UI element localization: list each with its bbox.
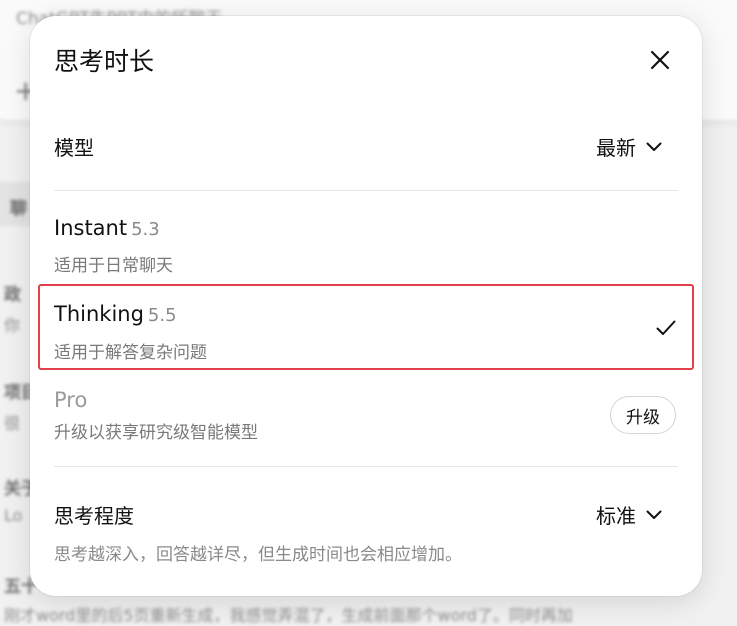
option-name: Thinking: [54, 302, 144, 326]
option-pro[interactable]: Pro 升级以获享研究级智能模型: [38, 374, 694, 456]
model-label: 模型: [54, 136, 94, 160]
option-thinking[interactable]: Thinking 5.5 适用于解答复杂问题: [38, 284, 694, 370]
effort-dropdown-value: 标准: [596, 504, 636, 528]
option-description: 适用于解答复杂问题: [54, 343, 207, 363]
option-version: 5.5: [147, 305, 177, 326]
chevron-down-icon: [646, 510, 662, 519]
divider: [54, 190, 678, 191]
background-item-preview: Lo: [4, 506, 23, 525]
option-name-row: Instant 5.3: [54, 216, 160, 240]
background-item-preview: 很: [4, 414, 21, 433]
option-version: 5.3: [131, 219, 160, 240]
background-item-preview: 刚才word里的后5页重新生成，我感觉弄混了，生成前面那个word了。同时再加: [4, 606, 573, 625]
dialog-title: 思考时长: [54, 47, 155, 76]
effort-dropdown[interactable]: 标准: [596, 500, 662, 529]
divider: [54, 466, 678, 467]
option-name: Pro: [54, 388, 88, 412]
option-description: 适用于日常聊天: [54, 256, 173, 276]
option-instant[interactable]: Instant 5.3 适用于日常聊天: [38, 202, 694, 284]
effort-help-text: 思考越深入，回答越详尽，但生成时间也会相应增加。: [54, 545, 462, 565]
option-name-row: Thinking 5.5: [54, 302, 177, 326]
background-chip-label: 聊: [10, 199, 27, 219]
background-item-title: 政: [4, 285, 21, 305]
chevron-down-icon: [646, 142, 662, 151]
close-button[interactable]: [644, 44, 676, 76]
effort-label: 思考程度: [54, 504, 134, 528]
upgrade-button[interactable]: 升级: [610, 396, 676, 434]
close-icon: [650, 50, 670, 70]
model-dropdown[interactable]: 最新: [596, 132, 662, 161]
model-dropdown-value: 最新: [596, 136, 636, 160]
option-description: 升级以获享研究级智能模型: [54, 423, 258, 443]
checkmark-icon: [656, 320, 676, 335]
background-item-preview: 你: [4, 316, 21, 335]
thinking-duration-dialog: 思考时长 模型 最新 Instant 5.3 适用于日常聊天 Thinking 5.…: [30, 16, 702, 596]
option-name: Instant: [54, 216, 128, 240]
